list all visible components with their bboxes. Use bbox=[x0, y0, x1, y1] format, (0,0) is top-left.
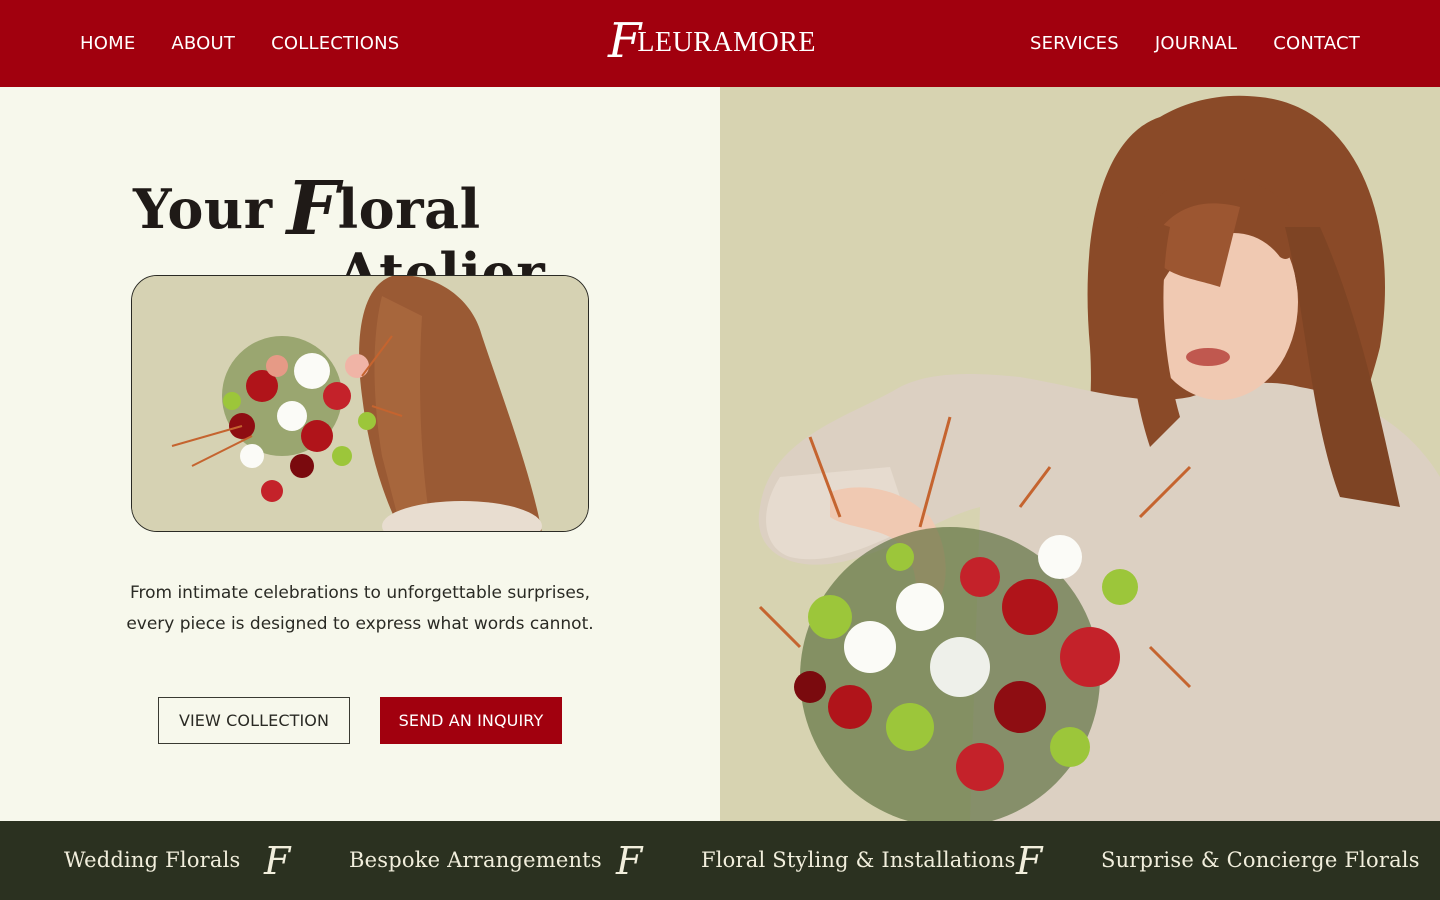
nav-collections[interactable]: COLLECTIONS bbox=[271, 33, 399, 54]
ribbon-divider-mark: F bbox=[1016, 839, 1043, 883]
send-inquiry-button[interactable]: SEND AN INQUIRY bbox=[380, 697, 562, 744]
ribbon-divider-mark: F bbox=[616, 839, 643, 883]
primary-nav-left: HOME ABOUT COLLECTIONS bbox=[80, 0, 399, 87]
hero-intro: From intimate celebrations to unforgetta… bbox=[120, 578, 600, 640]
ribbon-item-concierge: Surprise & Concierge Florals bbox=[1101, 848, 1420, 872]
primary-nav-right: SERVICES JOURNAL CONTACT bbox=[1030, 0, 1360, 87]
florist-portrait-photo bbox=[720, 87, 1440, 821]
ribbon-item-wedding: Wedding Florals bbox=[64, 848, 241, 872]
view-collection-button[interactable]: VIEW COLLECTION bbox=[158, 697, 350, 744]
site-header: HOME ABOUT COLLECTIONS F LEURAMORE SERVI… bbox=[0, 0, 1440, 87]
hero-photo-panel bbox=[720, 87, 1440, 821]
nav-services[interactable]: SERVICES bbox=[1030, 33, 1119, 54]
intro-line-1: From intimate celebrations to unforgetta… bbox=[129, 583, 591, 603]
nav-home[interactable]: HOME bbox=[80, 33, 135, 54]
logo-initial: F bbox=[608, 13, 642, 69]
bouquet-back-photo bbox=[132, 276, 588, 531]
ribbon-item-styling: Floral Styling & Installations bbox=[701, 848, 1016, 872]
ribbon-divider-mark: F bbox=[264, 839, 291, 883]
logo-word: LEURAMORE bbox=[637, 27, 817, 58]
headline-script-initial: F bbox=[286, 166, 340, 252]
ribbon-item-bespoke: Bespoke Arrangements bbox=[349, 848, 602, 872]
bouquet-photo-card bbox=[131, 275, 589, 532]
nav-about[interactable]: ABOUT bbox=[171, 33, 235, 54]
headline-word-your: Your bbox=[133, 177, 273, 241]
brand-logo[interactable]: F LEURAMORE bbox=[608, 16, 828, 70]
nav-contact[interactable]: CONTACT bbox=[1273, 33, 1360, 54]
services-ribbon: Wedding Florals F Bespoke Arrangements F… bbox=[0, 821, 1440, 900]
intro-line-2: every piece is designed to express what … bbox=[126, 614, 594, 634]
nav-journal[interactable]: JOURNAL bbox=[1155, 33, 1237, 54]
